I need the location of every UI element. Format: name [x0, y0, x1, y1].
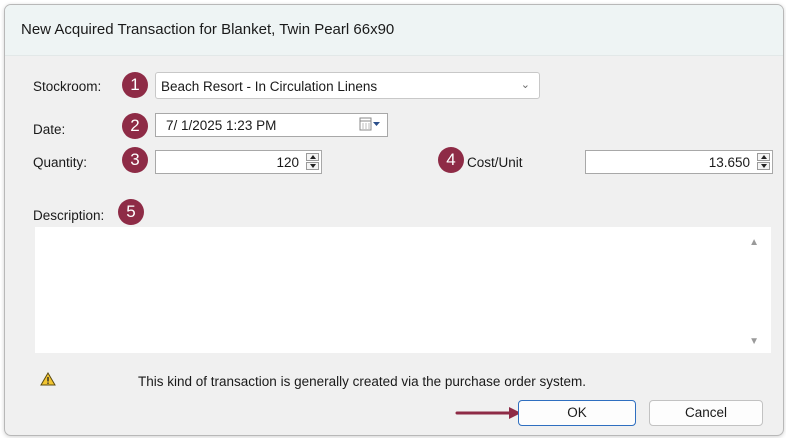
warning-message: This kind of transaction is generally cr… — [138, 374, 586, 389]
callout-badge-4: 4 — [438, 147, 464, 173]
window-title: New Acquired Transaction for Blanket, Tw… — [21, 21, 395, 38]
stockroom-label: Stockroom: — [33, 79, 102, 94]
description-textarea[interactable]: ▲ ▼ — [35, 227, 771, 353]
stockroom-dropdown[interactable]: Beach Resort - In Circulation Linens ⌄ — [155, 72, 540, 99]
callout-badge-3: 3 — [122, 147, 148, 173]
ok-button[interactable]: OK — [518, 400, 636, 426]
scroll-down-icon[interactable]: ▼ — [749, 336, 759, 347]
cost-unit-label: Cost/Unit — [467, 155, 523, 170]
cost-unit-stepper[interactable]: 13.650 — [585, 150, 773, 174]
title-bar: New Acquired Transaction for Blanket, Tw… — [5, 5, 783, 56]
callout-badge-5: 5 — [118, 199, 144, 225]
date-label: Date: — [33, 122, 66, 137]
spin-down-icon[interactable] — [306, 162, 319, 170]
quantity-label: Quantity: — [33, 155, 88, 170]
date-value: 7/ 1/2025 1:23 PM — [166, 118, 277, 133]
quantity-value: 120 — [276, 155, 299, 170]
description-label: Description: — [33, 208, 105, 223]
callout-badge-2: 2 — [122, 113, 148, 139]
callout-arrow-icon — [455, 407, 521, 419]
cancel-button[interactable]: Cancel — [649, 400, 763, 426]
date-time-picker[interactable]: 7/ 1/2025 1:23 PM — [155, 113, 388, 137]
scroll-up-icon[interactable]: ▲ — [749, 237, 759, 248]
spin-up-icon[interactable] — [757, 153, 770, 161]
spin-up-icon[interactable] — [306, 153, 319, 161]
stockroom-value: Beach Resort - In Circulation Linens — [161, 79, 378, 94]
quantity-stepper[interactable]: 120 — [155, 150, 322, 174]
cost-unit-value: 13.650 — [708, 155, 750, 170]
spin-down-icon[interactable] — [757, 162, 770, 170]
callout-badge-1: 1 — [122, 72, 148, 98]
dialog-window: New Acquired Transaction for Blanket, Tw… — [4, 4, 784, 436]
chevron-down-icon[interactable]: ⌄ — [521, 78, 530, 91]
warning-icon — [40, 372, 56, 386]
calendar-dropdown-icon[interactable] — [359, 117, 381, 131]
cost-spin-buttons[interactable] — [757, 153, 770, 171]
quantity-spin-buttons[interactable] — [306, 153, 319, 171]
